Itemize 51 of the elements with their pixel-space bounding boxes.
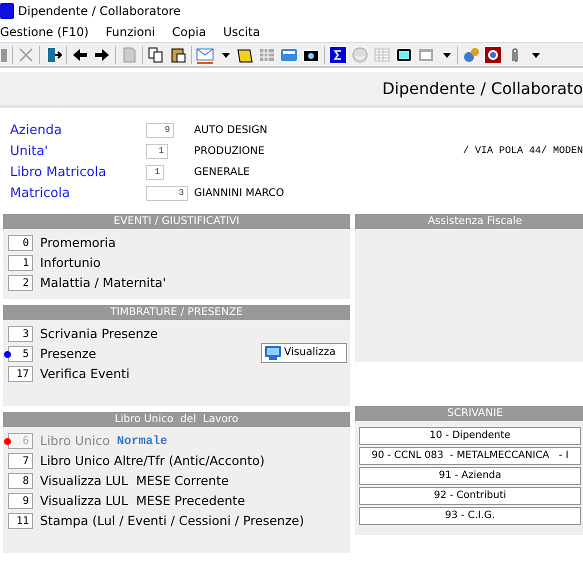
menu-option[interactable]: Libro Unico Altre/Tfr (Antic/Acconto)	[40, 452, 265, 470]
menu-option[interactable]: Infortunio	[40, 254, 101, 272]
code-field[interactable]: 8	[8, 473, 33, 489]
panel-header: Assistenza Fiscale	[355, 214, 583, 229]
code-field[interactable]: 5	[8, 346, 33, 362]
menu-item[interactable]: Gestione (F10)	[0, 23, 98, 41]
code-field[interactable]: 7	[8, 453, 33, 469]
code-field[interactable]: 9	[146, 123, 174, 138]
desk-button[interactable]: 92 - Contributi	[359, 487, 581, 505]
field-value: GENERALE	[194, 164, 250, 180]
window-title: Dipendente / Collaboratore	[18, 3, 181, 20]
panel-header: Libro Unico del Lavoro	[3, 412, 350, 427]
visualizza-button[interactable]: Visualizza	[261, 343, 347, 363]
code-field[interactable]: 0	[8, 235, 33, 251]
address-text: / VIA POLA 44/ MODEN	[462, 144, 583, 159]
menu-option[interactable]: Stampa (Lul / Eventi / Cessioni / Presenze)	[40, 512, 304, 530]
page-title: Dipendente / Collaborato	[382, 78, 583, 100]
menu-option[interactable]: Promemoria	[40, 234, 116, 252]
code-field[interactable]: 3	[146, 186, 188, 201]
field-label: Matricola	[10, 184, 71, 203]
field-value: GIANNINI MARCO	[194, 186, 284, 201]
field-value: AUTO DESIGN	[194, 122, 268, 138]
code-field[interactable]: 1	[146, 165, 164, 180]
menu-option[interactable]: Visualizza LUL MESE Precedente	[40, 492, 246, 510]
panel-header: SCRIVANIE	[355, 406, 583, 421]
field-label: Unita'	[10, 142, 50, 161]
code-field[interactable]: 1	[8, 255, 33, 271]
panel-header: TIMBRATURE / PRESENZE	[3, 305, 350, 320]
code-field[interactable]: 9	[8, 493, 33, 509]
mode-text: Normale	[116, 433, 168, 450]
desk-button[interactable]: 93 - C.I.G.	[359, 507, 581, 525]
field-value: PRODUZIONE	[194, 144, 265, 159]
menu-option[interactable]: Visualizza LUL MESE Corrente	[40, 472, 229, 490]
menu-option[interactable]: Verifica Eventi	[40, 364, 130, 384]
menu-option[interactable]: Presenze	[40, 344, 96, 364]
menu-option[interactable]: Malattia / Maternita'	[40, 274, 166, 292]
menu-item[interactable]: Uscita	[223, 23, 270, 41]
code-field[interactable]: 17	[8, 366, 33, 382]
desk-button[interactable]: 91 - Azienda	[359, 467, 581, 485]
desk-button[interactable]: 10 - Dipendente	[359, 427, 581, 445]
code-field[interactable]: 2	[8, 275, 33, 291]
field-label: Libro Matricola	[10, 164, 108, 182]
code-field[interactable]: 3	[8, 326, 33, 342]
menu-item[interactable]: Copia	[172, 23, 216, 41]
code-field[interactable]: 1	[146, 144, 168, 159]
panel-header: EVENTI / GIUSTIFICATIVI	[3, 214, 350, 229]
code-field[interactable]: 11	[8, 513, 33, 529]
menu-option[interactable]: Scrivania Presenze	[40, 324, 158, 344]
menu-item[interactable]: Funzioni	[106, 23, 164, 41]
desk-button[interactable]: 90 - CCNL 083 - METALMECCANICA - I	[359, 447, 581, 465]
field-label: Azienda	[10, 122, 63, 140]
